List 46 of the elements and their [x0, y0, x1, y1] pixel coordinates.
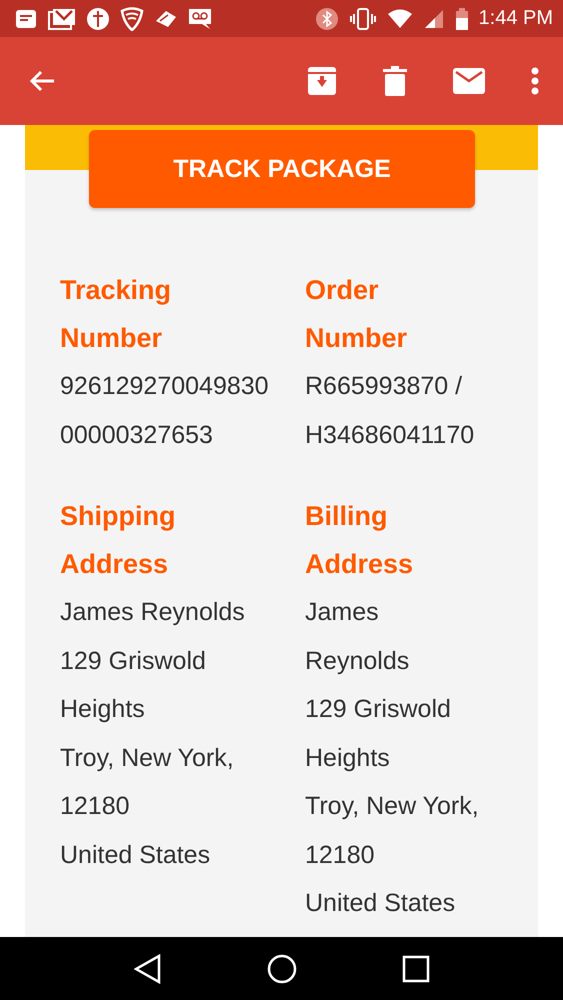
- vibrate-icon: [348, 8, 377, 30]
- detail-text: United States: [60, 840, 212, 870]
- section-heading: Address: [305, 548, 414, 581]
- section-heading: Shipping: [60, 500, 176, 533]
- detail-text: Heights: [60, 694, 146, 725]
- recents-icon[interactable]: [402, 954, 430, 982]
- shield-icon: [120, 6, 144, 30]
- mail-icon: [48, 8, 76, 30]
- trash-icon: [383, 66, 407, 96]
- detail-text: Troy, New York,: [305, 791, 480, 822]
- section-heading: Address: [60, 548, 170, 581]
- envelope-icon: [453, 68, 485, 94]
- notification-icon: [14, 8, 38, 30]
- detail-text: 12180: [305, 840, 376, 870]
- back-arrow-icon: [28, 69, 56, 93]
- tag-icon: [154, 8, 178, 28]
- emblem-icon: [86, 6, 110, 30]
- track-package-button[interactable]: TRACK PACKAGE: [89, 130, 475, 208]
- detail-text: 12180: [60, 791, 131, 822]
- more-icon: [531, 67, 539, 95]
- battery-icon: [454, 8, 469, 30]
- section-heading: Tracking: [60, 274, 172, 307]
- detail-text: United States: [305, 888, 456, 919]
- archive-icon: [307, 66, 337, 96]
- detail-text: Troy, New York,: [60, 742, 235, 774]
- detail-text: Heights: [305, 742, 391, 774]
- section-heading: Number: [305, 322, 408, 355]
- section-heading: Billing: [305, 500, 388, 533]
- wifi-icon: [386, 8, 413, 28]
- detail-text: James: [305, 597, 380, 628]
- bluetooth-icon: [314, 6, 339, 30]
- section-heading: Order: [305, 274, 380, 307]
- detail-text: 00000327653: [60, 420, 214, 450]
- home-icon[interactable]: [266, 954, 296, 984]
- detail-text: 129 Griswold: [60, 646, 207, 676]
- voicemail-icon: [188, 8, 212, 30]
- back-icon[interactable]: [134, 954, 162, 984]
- signal-icon: [422, 8, 445, 28]
- detail-text: 129 Griswold: [305, 694, 452, 725]
- detail-text: R665993870 /: [305, 371, 464, 402]
- detail-text: Reynolds: [305, 646, 410, 676]
- detail-text: 926129270049830: [60, 371, 270, 402]
- detail-text: James Reynolds: [60, 597, 246, 628]
- clock-time: 1:44 PM: [478, 7, 553, 30]
- detail-text: H34686041170: [305, 420, 476, 450]
- section-heading: Number: [60, 322, 164, 355]
